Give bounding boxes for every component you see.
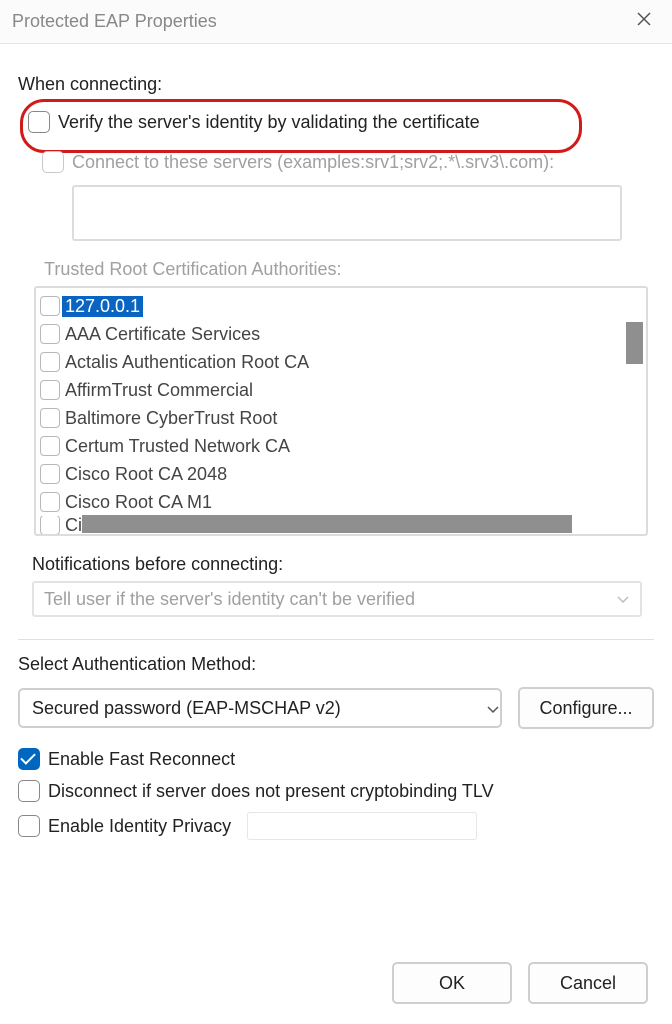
window-title: Protected EAP Properties: [12, 11, 628, 32]
auth-method-label: Select Authentication Method:: [18, 654, 654, 675]
fast-reconnect-row[interactable]: Enable Fast Reconnect: [18, 743, 654, 775]
notifications-value: Tell user if the server's identity can't…: [44, 589, 415, 610]
trusted-ca-listbox: 127.0.0.1 AAA Certificate Services Actal…: [34, 286, 648, 536]
identity-privacy-row[interactable]: Enable Identity Privacy: [18, 807, 654, 845]
ca-label: Cisco Root CA 2048: [62, 464, 230, 485]
ok-button[interactable]: OK: [392, 962, 512, 1004]
verify-highlight-annotation: Verify the server's identity by validati…: [28, 107, 654, 137]
ca-checkbox[interactable]: [40, 464, 60, 484]
horizontal-scrollbar[interactable]: [82, 515, 572, 533]
trusted-ca-label: Trusted Root Certification Authorities:: [44, 259, 654, 280]
verify-certificate-label: Verify the server's identity by validati…: [58, 112, 480, 133]
ca-row[interactable]: 127.0.0.1: [38, 292, 616, 320]
auth-method-value: Secured password (EAP-MSCHAP v2): [32, 698, 341, 719]
ca-row[interactable]: AAA Certificate Services: [38, 320, 616, 348]
auth-method-select[interactable]: Secured password (EAP-MSCHAP v2): [18, 688, 502, 728]
ca-label: AffirmTrust Commercial: [62, 380, 256, 401]
fast-reconnect-label: Enable Fast Reconnect: [48, 749, 235, 770]
ca-checkbox[interactable]: [40, 492, 60, 512]
cryptobinding-row[interactable]: Disconnect if server does not present cr…: [18, 775, 654, 807]
connect-servers-checkbox: [42, 151, 64, 173]
chevron-down-icon: [616, 595, 628, 603]
fast-reconnect-checkbox[interactable]: [18, 748, 40, 770]
ca-checkbox[interactable]: [40, 352, 60, 372]
connect-servers-row: Connect to these servers (examples:srv1;…: [42, 147, 654, 177]
ca-row[interactable]: Certum Trusted Network CA: [38, 432, 616, 460]
cryptobinding-label: Disconnect if server does not present cr…: [48, 781, 494, 802]
ca-row[interactable]: Cisco Root CA 2048: [38, 460, 616, 488]
cancel-button[interactable]: Cancel: [528, 962, 648, 1004]
cryptobinding-checkbox[interactable]: [18, 780, 40, 802]
ca-row[interactable]: AffirmTrust Commercial: [38, 376, 616, 404]
close-icon[interactable]: [628, 6, 660, 37]
identity-privacy-input: [247, 812, 477, 840]
identity-privacy-label: Enable Identity Privacy: [48, 816, 231, 837]
ca-checkbox[interactable]: [40, 408, 60, 428]
verify-certificate-row[interactable]: Verify the server's identity by validati…: [28, 107, 654, 137]
ca-label: 127.0.0.1: [62, 296, 143, 317]
verify-certificate-checkbox[interactable]: [28, 111, 50, 133]
identity-privacy-checkbox[interactable]: [18, 815, 40, 837]
ca-checkbox[interactable]: [40, 380, 60, 400]
ca-row[interactable]: Actalis Authentication Root CA: [38, 348, 616, 376]
ca-label: Cisco Root CA M1: [62, 492, 215, 513]
notifications-label: Notifications before connecting:: [32, 554, 654, 575]
ca-label: Baltimore CyberTrust Root: [62, 408, 280, 429]
ca-checkbox[interactable]: [40, 296, 60, 316]
divider: [18, 639, 654, 640]
servers-input: [72, 185, 622, 241]
ca-label: Actalis Authentication Root CA: [62, 352, 312, 373]
vertical-scrollbar[interactable]: [626, 322, 643, 364]
ca-checkbox[interactable]: [40, 516, 60, 534]
ca-row[interactable]: Cisco Root CA M1: [38, 488, 616, 516]
notifications-select: Tell user if the server's identity can't…: [32, 581, 642, 617]
ca-label: AAA Certificate Services: [62, 324, 263, 345]
ca-label: Certum Trusted Network CA: [62, 436, 293, 457]
when-connecting-label: When connecting:: [18, 74, 654, 95]
configure-button[interactable]: Configure...: [518, 687, 654, 729]
ca-checkbox[interactable]: [40, 436, 60, 456]
title-bar: Protected EAP Properties: [0, 0, 672, 44]
connect-servers-label: Connect to these servers (examples:srv1;…: [72, 152, 554, 173]
ca-row[interactable]: Baltimore CyberTrust Root: [38, 404, 616, 432]
ca-checkbox[interactable]: [40, 324, 60, 344]
